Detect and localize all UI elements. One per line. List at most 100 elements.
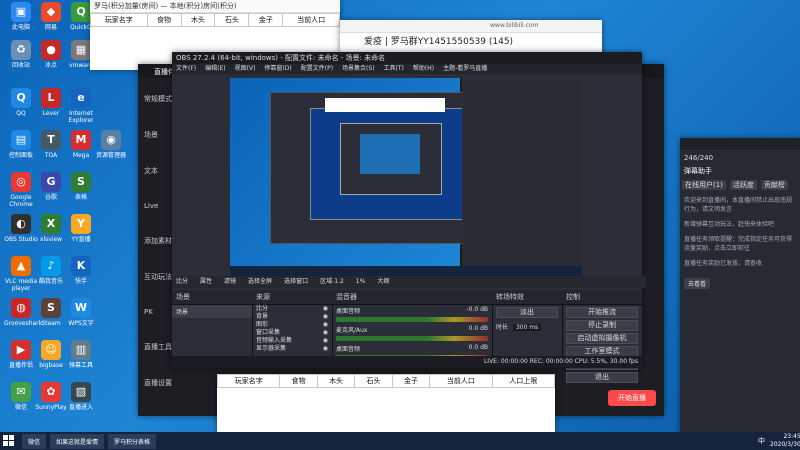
duration-value[interactable]: 300 ms [512, 324, 542, 331]
obs-preview[interactable] [230, 78, 582, 276]
column-header[interactable]: 石头 [214, 13, 250, 27]
column-header[interactable]: 食物 [146, 13, 182, 27]
source-toolbar-item[interactable]: 选择窗口 [284, 278, 308, 285]
desktop-icon[interactable]: ✿ SunnyPlay [34, 382, 68, 411]
menu-item[interactable]: 编辑(E) [205, 65, 225, 72]
column-header[interactable]: 食物 [279, 374, 318, 388]
source-item[interactable]: 显示器采集 ◉ [252, 345, 332, 353]
menu-item[interactable]: 视图(V) [235, 65, 256, 72]
source-item[interactable]: 音频输入采集 ◉ [252, 337, 332, 345]
desktop-icon[interactable]: ▲ VLC media player [4, 256, 38, 292]
source-toolbar-item[interactable]: 大纲 [377, 278, 389, 285]
desktop-icon[interactable]: ◐ OBS Studio [4, 214, 38, 243]
source-toolbar-item[interactable]: 1% [356, 278, 366, 285]
column-header[interactable]: 人口上限 [491, 374, 556, 388]
panel-tab[interactable]: 贡献榜 [760, 180, 788, 190]
input-language[interactable]: 中 [758, 436, 765, 446]
menu-item[interactable]: 主题-看罗马直播 [443, 65, 487, 72]
desktop-icon[interactable]: ▶ 直播伴侣 [4, 340, 38, 369]
source-item[interactable]: 图形 ◉ [252, 321, 332, 329]
clock[interactable]: 23:45 2020/3/30 [770, 433, 800, 449]
source-item[interactable]: 窗口采集 ◉ [252, 329, 332, 337]
transition-select[interactable]: 淡出 [496, 307, 558, 318]
source-toolbar-item[interactable]: 比分 [176, 278, 188, 285]
danmaku-assistant-panel[interactable]: 246/240 弹幕助手 在线用户(1) 活跃度 贡献榜 欢迎来到直播间，本直播间禁… [680, 138, 800, 432]
scene-item[interactable]: 场景 [172, 305, 252, 318]
desktop-icon[interactable]: S 表格 [64, 172, 98, 201]
volume-meter[interactable] [336, 336, 488, 341]
column-header[interactable]: 金子 [248, 13, 284, 27]
desktop-icon[interactable]: ▣ 此电脑 [4, 2, 38, 31]
menu-item[interactable]: 工具(T) [384, 65, 404, 72]
source-item[interactable]: 比分 ◉ [252, 305, 332, 313]
desktop-icon[interactable]: ◆ 网易 [34, 2, 68, 31]
column-header[interactable]: 当前人口 [282, 13, 340, 27]
desktop-icon[interactable]: ☺ bigbase [34, 340, 68, 369]
desktop-icon[interactable]: ♻ 回收站 [4, 40, 38, 69]
eye-icon[interactable]: ◉ [323, 345, 328, 353]
control-button[interactable]: 退出 [566, 372, 638, 383]
menu-item[interactable]: 文件(F) [176, 65, 196, 72]
eye-icon[interactable]: ◉ [323, 313, 328, 321]
desktop-icon[interactable]: L Lever [34, 88, 68, 117]
taskbar-item[interactable]: 罗马积分表格 [108, 434, 157, 449]
control-button[interactable]: 启动虚拟摄像机 [566, 333, 638, 344]
obs-menu-bar: 文件(F) 编辑(E) 视图(V) 停靠窗(D) 配置文件(P) 场景集合(S) 工具(T)… [172, 64, 642, 74]
app-icon: S [71, 172, 91, 192]
source-toolbar-item[interactable]: 滤镜 [224, 278, 236, 285]
obs-window[interactable]: OBS 27.2.4 (64-bit, windows) - 配置文件: 未命名… [172, 52, 646, 383]
panel-tab[interactable]: 在线用户(1) [682, 180, 726, 190]
desktop-icon[interactable]: ▤ 控制面板 [4, 130, 38, 159]
browser-tab-title[interactable]: 爱疫 | 罗马群YY1451550539 (145) [364, 34, 513, 47]
desktop-icon[interactable]: Y YY直播 [64, 214, 98, 243]
desktop-icon[interactable]: W WPS文字 [64, 298, 98, 327]
column-header[interactable]: 金子 [391, 374, 431, 388]
panel-tab[interactable]: 活跃度 [729, 180, 757, 190]
eye-icon[interactable]: ◉ [323, 305, 328, 313]
live-section[interactable]: 直播设置 [144, 378, 204, 388]
eye-icon[interactable]: ◉ [323, 321, 328, 329]
column-header[interactable]: 玩家名字 [90, 13, 148, 27]
taskbar-item[interactable]: 微信 [22, 434, 47, 449]
column-header[interactable]: 当前人口 [429, 374, 493, 388]
desktop-icon[interactable]: ◉ 资源管理器 [94, 130, 128, 159]
desktop-icon[interactable]: e Internet Explorer [64, 88, 98, 124]
menu-item[interactable]: 场景集合(S) [342, 65, 375, 72]
control-button[interactable]: 停止录制 [566, 320, 638, 331]
desktop-icon[interactable]: S Steam [34, 298, 68, 327]
column-header[interactable]: 玩家名字 [216, 374, 281, 388]
start-live-button[interactable]: 开始直播 [608, 390, 656, 406]
menu-item[interactable]: 配置文件(P) [301, 65, 333, 72]
menu-item[interactable]: 停靠窗(D) [264, 65, 291, 72]
source-item[interactable]: 背景 ◉ [252, 313, 332, 321]
start-button[interactable] [3, 435, 15, 447]
desktop-icon[interactable]: K 快手 [64, 256, 98, 285]
volume-meter[interactable] [336, 317, 488, 322]
control-button[interactable]: 开始推流 [566, 307, 638, 318]
desktop-icon[interactable]: ♪ 酷我音乐 [34, 256, 68, 285]
eye-icon[interactable]: ◉ [323, 329, 328, 337]
desktop-icon[interactable]: ◎ Google Chrome [4, 172, 38, 208]
column-header[interactable]: 木头 [316, 374, 356, 388]
source-toolbar-item[interactable]: 选择全屏 [248, 278, 272, 285]
eye-icon[interactable]: ◉ [323, 337, 328, 345]
desktop-icon[interactable]: ✉ 微信 [4, 382, 38, 411]
desktop-icon[interactable]: ▥ 弹幕工具 [64, 340, 98, 369]
desktop-icon[interactable]: Xxlsview [34, 214, 68, 243]
menu-item[interactable]: 帮助(H) [413, 65, 434, 72]
taskbar-item[interactable]: 如果这就是爱情 [50, 434, 105, 449]
column-header[interactable]: 石头 [354, 374, 393, 388]
browser-url[interactable]: www.bilibili.com [490, 22, 538, 29]
source-toolbar-item[interactable]: 属性 [200, 278, 212, 285]
desktop-icon[interactable]: G 谷歌 [34, 172, 68, 201]
spreadsheet-window-bottom[interactable]: 玩家名字 食物 木头 石头 金子 当前人口 人口上限 [216, 374, 556, 432]
desktop-icon[interactable]: T TOA [34, 130, 68, 159]
desktop-icon[interactable]: ● 冰点 [34, 40, 68, 69]
desktop-icon[interactable]: Q QQ [4, 88, 38, 117]
desktop-icon[interactable]: M Mega [64, 130, 98, 159]
column-header[interactable]: 木头 [180, 13, 216, 27]
source-toolbar-item[interactable]: 区域-1.2 [320, 278, 344, 285]
desktop-icon[interactable]: ▧ 直播进入 [64, 382, 98, 411]
desktop-icon[interactable]: ◍ Grooveshark [4, 298, 42, 327]
go-see-link[interactable]: 去看看 [684, 278, 711, 289]
